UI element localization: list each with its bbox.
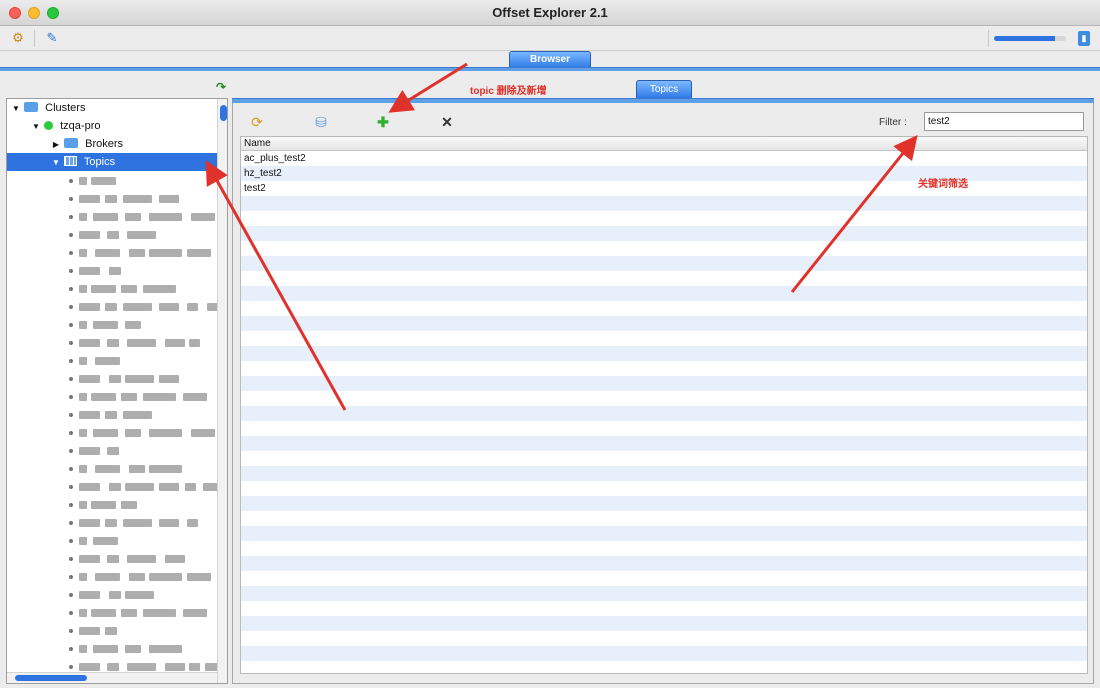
annotation-arrows xyxy=(205,62,918,411)
arrow-to-add-button xyxy=(388,62,468,113)
arrow-to-topics-node xyxy=(205,160,347,411)
app-window: Offset Explorer 2.1 ⚙ ✎ ▮ Browser ↷ ▼ Cl… xyxy=(0,0,1100,688)
arrow-to-filter xyxy=(790,134,918,293)
